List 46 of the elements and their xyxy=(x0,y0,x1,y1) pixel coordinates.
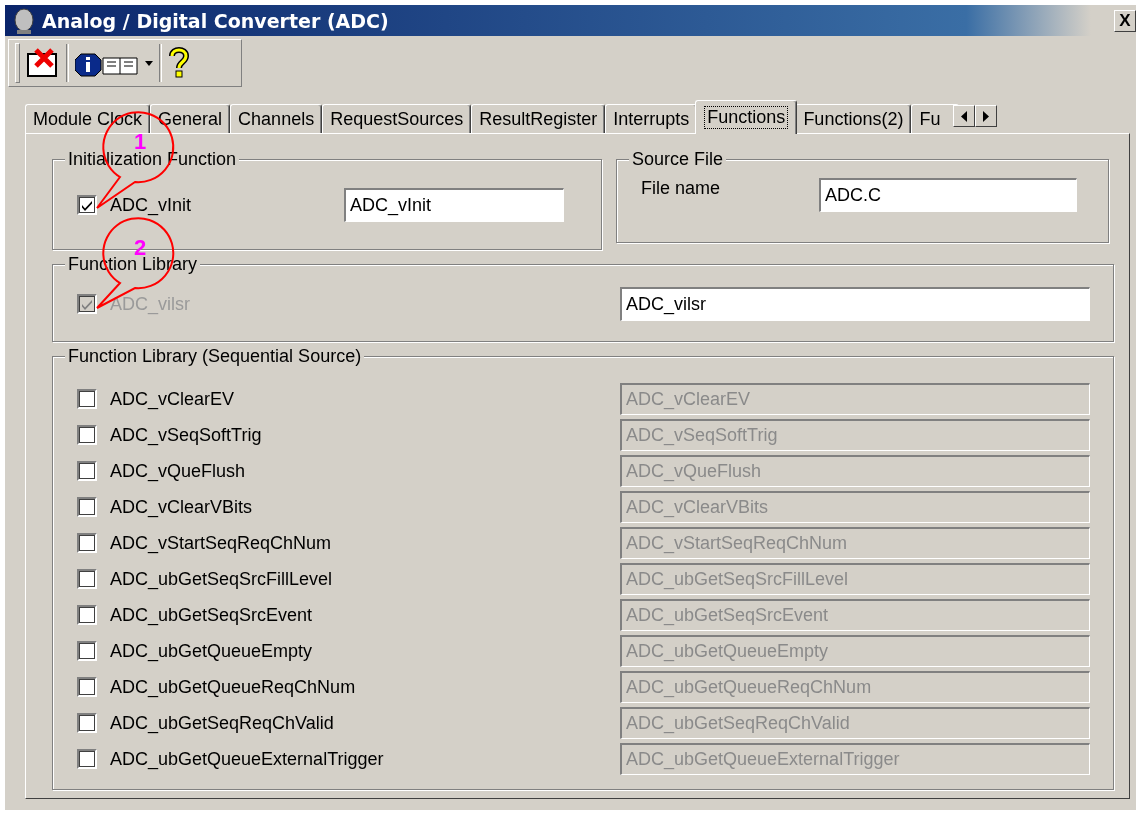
checkbox-label: ADC_vInit xyxy=(110,194,192,216)
checkbox[interactable] xyxy=(77,713,97,733)
close-button[interactable]: X xyxy=(1114,9,1136,32)
checkbox-label: ADC_ubGetQueueReqChNum xyxy=(110,676,356,698)
checkbox[interactable] xyxy=(77,641,97,661)
right-arrow-icon xyxy=(983,110,990,122)
scroll-right-button[interactable] xyxy=(975,105,998,127)
tab[interactable]: Fu xyxy=(911,104,960,133)
checkbox[interactable] xyxy=(77,425,97,445)
checkbox[interactable] xyxy=(77,533,97,553)
tab[interactable]: General xyxy=(150,104,231,133)
checkbox-label: ADC_ubGetQueueEmpty xyxy=(110,640,313,662)
question-mark-icon xyxy=(168,47,190,79)
checkbox[interactable] xyxy=(77,677,97,697)
window-title: Analog / Digital Converter (ADC) xyxy=(42,9,389,32)
window-close-icon xyxy=(26,48,60,78)
tab[interactable]: RequestSources xyxy=(322,104,472,133)
checkbox-label: ADC_vQueFlush xyxy=(110,460,246,482)
checkbox-label: ADC_ubGetSeqReqChValid xyxy=(110,712,334,734)
checkbox-label: ADC_ubGetQueueExternalTrigger xyxy=(110,748,384,770)
checkbox[interactable] xyxy=(77,195,97,215)
file-name-label: File name xyxy=(639,178,721,199)
tab[interactable]: ResultRegister xyxy=(471,104,606,133)
checkbox-label: ADC_ubGetSeqSrcFillLevel xyxy=(110,568,333,590)
checkbox-label: ADC_ubGetSeqSrcEvent xyxy=(110,604,313,626)
tab[interactable]: Interrupts xyxy=(605,104,698,133)
function-name-field[interactable]: ADC_vInit xyxy=(344,188,564,222)
checkbox-label: ADC_vSeqSoftTrig xyxy=(110,424,262,446)
checkbox-label: ADC_vClearEV xyxy=(110,388,235,410)
checkbox[interactable] xyxy=(77,497,97,517)
checkbox-label: ADC_vStartSeqReqChNum xyxy=(110,532,332,554)
checkbox[interactable] xyxy=(77,605,97,625)
tab[interactable]: Functions xyxy=(695,100,798,134)
scroll-left-button[interactable] xyxy=(953,105,976,127)
checkbox[interactable] xyxy=(77,461,97,481)
tab[interactable]: Channels xyxy=(230,104,323,133)
checkbox[interactable] xyxy=(77,749,97,769)
tab[interactable]: Functions(2) xyxy=(795,104,912,133)
avatar-icon xyxy=(12,7,36,34)
checkbox-label: ADC_vilsr xyxy=(110,293,190,315)
checkbox-label: ADC_vClearVBits xyxy=(110,496,253,518)
dropdown-caret-icon[interactable] xyxy=(145,60,153,66)
left-arrow-icon xyxy=(961,110,968,122)
checkbox[interactable] xyxy=(77,389,97,409)
file-name-field[interactable]: ADC.C xyxy=(818,178,1077,212)
checkbox[interactable] xyxy=(77,569,97,589)
